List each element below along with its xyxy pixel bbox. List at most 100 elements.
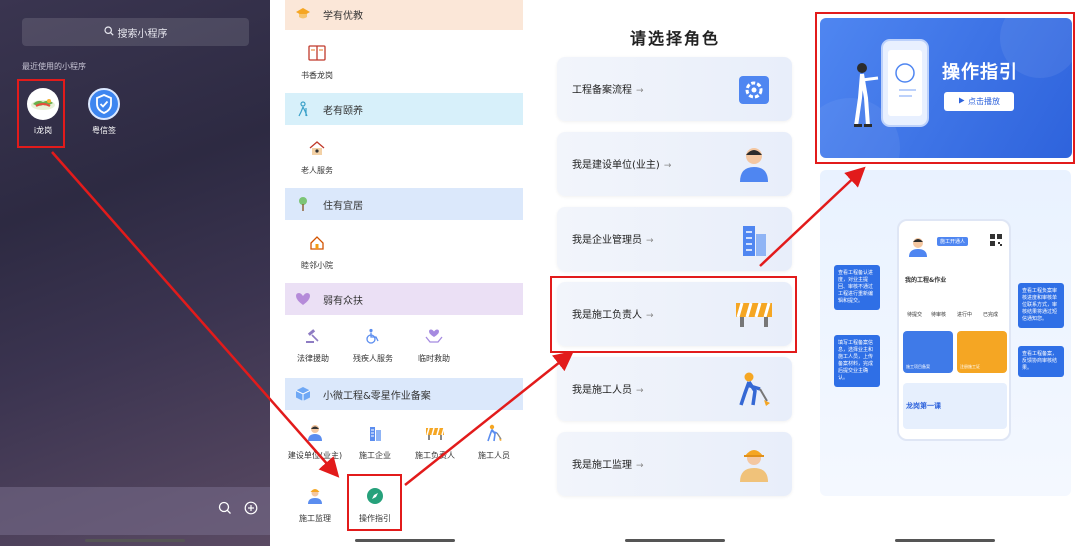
item-site-worker[interactable]: 施工人员	[466, 422, 522, 461]
panel-operation-guide: 操作指引 点击播放 施工开通人 我的工程&作业 待提交 待审核 进行中 已完成 …	[810, 0, 1080, 546]
home-indicator	[625, 539, 725, 542]
graduation-cap-icon	[293, 4, 313, 24]
stat-label: 待审核	[931, 312, 947, 318]
arrow-right-icon: →	[636, 86, 644, 96]
item-legal-aid[interactable]: 法律援助	[285, 325, 341, 364]
arrow-right-icon: →	[636, 386, 644, 396]
item-label: 施工企业	[359, 451, 391, 460]
card-label: 我是施工监理	[572, 460, 632, 471]
item-supervisor[interactable]: 施工监理	[287, 485, 343, 524]
home-indicator	[895, 539, 995, 542]
elder-house-icon	[289, 137, 345, 159]
item-construction-company[interactable]: 施工企业	[347, 422, 403, 461]
heart-hands-icon	[293, 289, 313, 309]
heart-hand-icon	[406, 325, 462, 347]
bottom-bar	[0, 487, 270, 535]
tile-label: 龙岗第一课	[906, 402, 941, 410]
process-gear-icon	[734, 69, 774, 109]
search-bar[interactable]: 搜索小程序	[22, 18, 249, 46]
role-card-owner[interactable]: 我是建设单位(业主) →	[557, 132, 792, 196]
section-small-works: 小微工程&零星作业备案	[285, 378, 523, 410]
card-label: 我是施工人员	[572, 385, 632, 396]
arrow-right-icon: →	[646, 236, 654, 246]
item-label: 法律援助	[297, 354, 329, 363]
tip-bubble: 查看工程负案审核进度和审核单位联系方式，审核结果将通过短信通知您。	[1018, 283, 1064, 328]
tile-register-permit[interactable]: 注册施工证	[957, 331, 1007, 373]
gavel-icon	[285, 325, 341, 347]
search-icon[interactable]	[216, 501, 234, 519]
qr-code-icon	[989, 233, 1003, 247]
section-title: 我的工程&作业	[905, 277, 947, 284]
shield-check-app-icon	[88, 88, 120, 120]
tile-first-lesson[interactable]: 龙岗第一课	[903, 383, 1007, 429]
card-label: 我是企业管理员	[572, 235, 642, 246]
highlight-box	[17, 79, 65, 148]
role-card-process[interactable]: 工程备案流程 →	[557, 57, 792, 121]
arrow-right-icon: →	[636, 461, 644, 471]
stat-label: 待提交	[907, 312, 923, 318]
arrow-right-icon: →	[663, 161, 672, 171]
search-icon	[103, 25, 114, 39]
home-indicator	[85, 539, 185, 542]
section-label: 小微工程&零星作业备案	[323, 390, 431, 402]
tile-project-filing[interactable]: 施工项目备案	[903, 331, 953, 373]
hardhat-person-icon	[287, 485, 343, 507]
item-builder-owner[interactable]: 建设单位(业主)	[287, 422, 343, 461]
card-label: 工程备案流程	[572, 85, 632, 96]
section-label: 弱有众扶	[323, 295, 363, 307]
item-site-leader[interactable]: 施工负责人	[407, 422, 463, 461]
book-icon	[289, 42, 345, 64]
app-label: 粤信签	[92, 126, 116, 135]
stat-label: 进行中	[957, 312, 973, 318]
section-elderly: 老有颐养	[285, 93, 523, 125]
item-book[interactable]: 书香龙岗	[289, 42, 345, 81]
building-icon	[347, 422, 403, 444]
panel-miniprogram-list: 搜索小程序 最近使用的小程序 i龙岗 粤信签	[0, 0, 270, 546]
worker-shovel-icon	[466, 422, 522, 444]
panel-service-menu: 学有优教 书香龙岗 老有颐养 老人服务 住有宜居 睦邻小院 弱有众扶 法律援助 …	[270, 0, 540, 546]
worker-shovel-icon	[734, 369, 774, 409]
stat-label: 已完成	[983, 312, 999, 318]
avatar	[909, 238, 927, 257]
hardhat-person-icon	[734, 444, 774, 484]
section-label: 学有优教	[323, 10, 363, 22]
section-label: 住有宜居	[323, 200, 363, 212]
building-icon	[734, 219, 774, 259]
item-label: 施工监理	[299, 514, 331, 523]
role-badge: 施工开通人	[937, 237, 969, 246]
highlight-box	[815, 12, 1075, 164]
tile-label: 施工项目备案	[906, 364, 930, 369]
tile-label: 注册施工证	[960, 364, 980, 369]
role-card-worker[interactable]: 我是施工人员 →	[557, 357, 792, 421]
add-circle-icon[interactable]	[242, 501, 260, 519]
tip-bubble: 填写工程备案信息，选择业主和施工人员，上传备案材料，完成后提交业主确认。	[834, 335, 880, 387]
barrier-icon	[407, 422, 463, 444]
role-card-admin[interactable]: 我是企业管理员 →	[557, 207, 792, 271]
elderly-person-icon	[293, 99, 313, 119]
section-label: 老有颐养	[323, 105, 363, 117]
section-housing: 住有宜居	[285, 188, 523, 220]
section-assistance: 弱有众扶	[285, 283, 523, 315]
box-icon	[293, 384, 313, 404]
role-card-supervisor[interactable]: 我是施工监理 →	[557, 432, 792, 496]
highlight-box	[347, 474, 402, 531]
item-label: 睦邻小院	[301, 261, 333, 270]
guide-diagram: 施工开通人 我的工程&作业 待提交 待审核 进行中 已完成 施工项目备案 注册施…	[820, 170, 1071, 496]
item-temporary-relief[interactable]: 临时救助	[406, 325, 462, 364]
item-elder-service[interactable]: 老人服务	[289, 137, 345, 176]
item-disabled-service[interactable]: 残疾人服务	[345, 325, 401, 364]
item-label: 建设单位(业主)	[287, 451, 343, 460]
item-label: 施工人员	[478, 451, 510, 460]
wheelchair-icon	[345, 325, 401, 347]
highlight-box	[550, 276, 797, 353]
item-label: 老人服务	[301, 166, 333, 175]
item-neighborhood[interactable]: 睦邻小院	[289, 232, 345, 271]
home-indicator	[355, 539, 455, 542]
app-yuexinqian[interactable]: 粤信签	[84, 88, 124, 136]
tip-bubble: 查看工程备认进度，对业主提回、审核不通过工程进行重新编辑和提交。	[834, 265, 880, 310]
home-icon	[289, 232, 345, 254]
house-tree-icon	[293, 194, 313, 214]
card-label: 我是建设单位(业主)	[572, 160, 660, 171]
item-label: 临时救助	[418, 354, 450, 363]
person-icon	[734, 144, 774, 184]
